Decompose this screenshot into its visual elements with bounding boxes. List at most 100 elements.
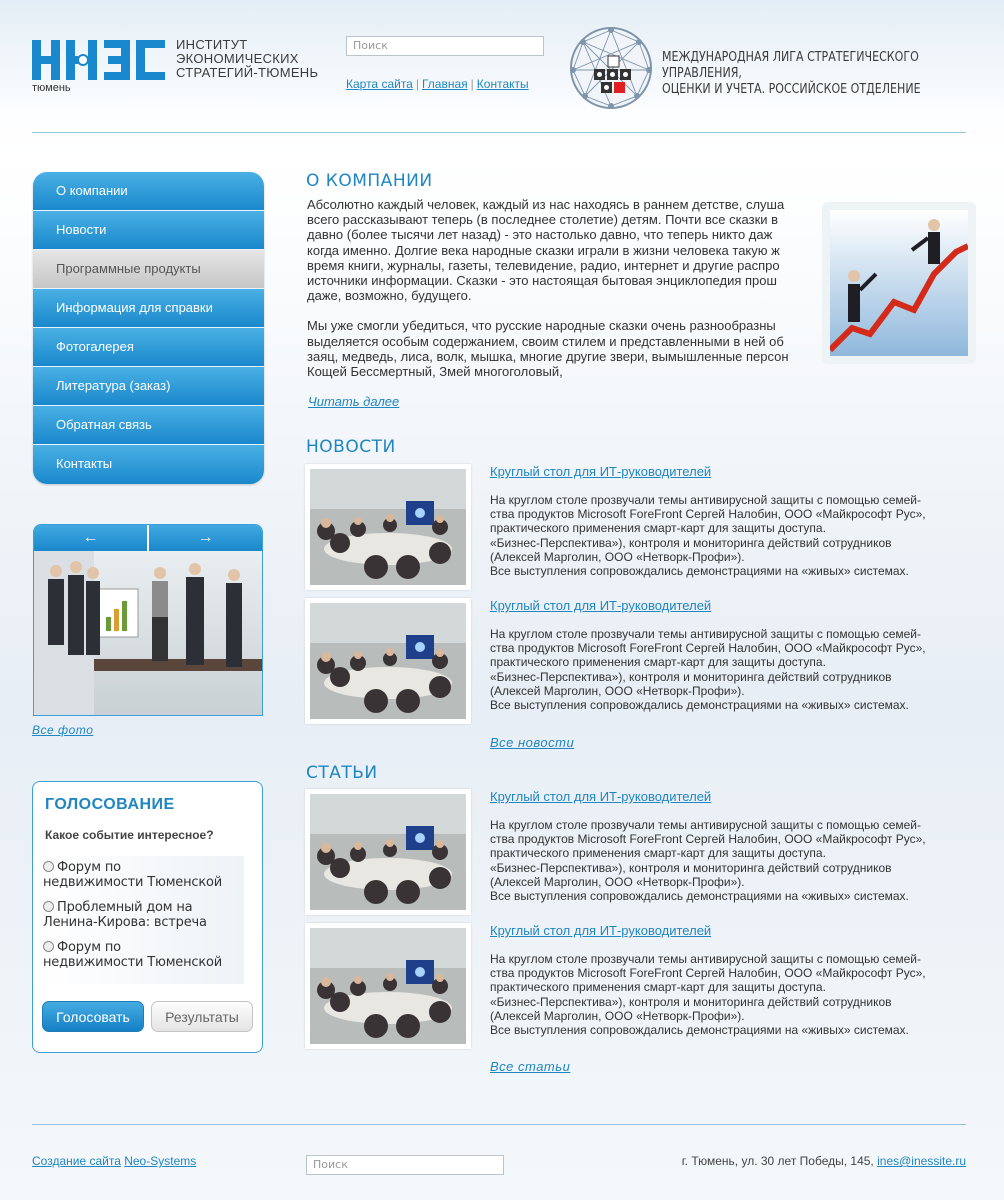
news-text-line: На круглом столе прозвучали темы антивир… xyxy=(490,627,921,641)
article-text-line: практического применения смарт-карт для … xyxy=(490,980,826,995)
nav-item-software[interactable]: Программные продукты xyxy=(33,250,264,289)
news-thumbnail[interactable] xyxy=(305,464,471,590)
news-text-line: «Бизнес-Перспектива»), контроля и монито… xyxy=(490,535,892,550)
vote-button[interactable]: Голосовать xyxy=(42,1001,144,1032)
article-thumbnail[interactable] xyxy=(305,923,471,1049)
article-text-line: «Бизнес-Перспектива»), контроля и монито… xyxy=(490,994,892,1009)
institute-name-line: ЭКОНОМИЧЕСКИХ xyxy=(176,51,299,66)
article-text-line: (Алексей Марголин, ООО «Нетворк-Профи»). xyxy=(490,1008,745,1023)
news-text-line: (Алексей Марголин, ООО «Нетворк-Профи»). xyxy=(490,683,745,698)
news-text-line: (Алексей Марголин, ООО «Нетворк-Профи»). xyxy=(490,549,745,564)
all-photos-link[interactable]: Все фото xyxy=(32,723,93,737)
about-paragraph: Мы уже смогли убедиться, что русские нар… xyxy=(307,318,819,379)
footer-credits: Создание сайта Neo-Systems xyxy=(32,1154,196,1168)
article-thumbnail[interactable] xyxy=(305,789,471,915)
about-line: когда именно. Долгие века народные сказк… xyxy=(307,242,780,258)
news-item-title[interactable]: Круглый стол для ИТ-руководителей xyxy=(490,598,711,613)
business-growth-photo xyxy=(827,210,970,356)
article-item-text: На круглом столе прозвучали темы антивир… xyxy=(490,818,940,903)
article-text-line: На круглом столе прозвучали темы антивир… xyxy=(490,952,921,966)
meeting-photo xyxy=(310,603,466,719)
news-item-text: На круглом столе прозвучали темы антивир… xyxy=(490,627,940,712)
photo-slider: ← → xyxy=(33,524,263,716)
meeting-photo xyxy=(310,794,466,910)
poll-option[interactable]: Форум по недвижимости Тюменской xyxy=(43,940,242,970)
article-text-line: практического применения смарт-карт для … xyxy=(490,846,826,861)
article-item-title[interactable]: Круглый стол для ИТ-руководителей xyxy=(490,789,711,804)
poll-option-label: Проблемный дом на xyxy=(57,900,193,915)
radio-button[interactable] xyxy=(43,901,54,912)
poll-question: Какое событие интересное? xyxy=(45,828,214,842)
contacts-link[interactable]: Контакты xyxy=(477,77,529,91)
poll-option[interactable]: Форум по недвижимости Тюменской xyxy=(43,860,242,890)
radio-button[interactable] xyxy=(43,861,54,872)
logo-city-label: тюмень xyxy=(32,82,71,94)
link-separator: | xyxy=(470,77,474,91)
news-item-title[interactable]: Круглый стол для ИТ-руководителей xyxy=(490,464,711,479)
news-text-line: Все выступления сопровождались демонстра… xyxy=(490,564,909,579)
article-item-title[interactable]: Круглый стол для ИТ-руководителей xyxy=(490,923,711,938)
about-line: заяц, медведь, лиса, волк, мышка, многие… xyxy=(307,348,789,364)
all-news-link[interactable]: Все новости xyxy=(490,735,574,750)
article-text-line: Все выступления сопровождались демонстра… xyxy=(490,1023,909,1038)
about-image xyxy=(822,202,976,364)
poll-option-label: Форум по xyxy=(57,940,121,955)
link-separator: | xyxy=(415,77,419,91)
poll-option-label: Форум по xyxy=(57,860,121,875)
meeting-photo xyxy=(310,469,466,585)
main-nav: О компании Новости Программные продукты … xyxy=(33,172,264,484)
radio-button[interactable] xyxy=(43,941,54,952)
header-search-input[interactable]: Поиск xyxy=(346,36,544,56)
home-link[interactable]: Главная xyxy=(422,77,468,91)
nav-item-literature[interactable]: Литература (заказ) xyxy=(33,367,264,406)
nav-item-about[interactable]: О компании xyxy=(33,172,264,211)
meeting-photo xyxy=(310,928,466,1044)
news-text-line: «Бизнес-Перспектива»), контроля и монито… xyxy=(490,669,892,684)
about-text: Абсолютно каждый человек, каждый из нас … xyxy=(307,197,819,383)
sitemap-link[interactable]: Карта сайта xyxy=(346,77,413,91)
news-thumbnail[interactable] xyxy=(305,598,471,724)
league-name-line: ОЦЕНКИ И УЧЕТА. РОССИЙСКОЕ ОТДЕЛЕНИЕ xyxy=(662,82,921,97)
poll-options: Форум по недвижимости Тюменской Проблемны… xyxy=(41,856,244,984)
about-line: источники информации. Сказки - это насто… xyxy=(307,273,777,289)
read-more-link[interactable]: Читать далее xyxy=(308,394,399,409)
footer-address: г. Тюмень, ул. 30 лет Победы, 145, xyxy=(681,1154,874,1168)
league-logo[interactable] xyxy=(567,24,655,112)
article-text-line: Все выступления сопровождались демонстра… xyxy=(490,889,909,904)
footer-search-input[interactable]: Поиск xyxy=(306,1155,504,1175)
nav-item-feedback[interactable]: Обратная связь xyxy=(33,406,264,445)
article-item-text: На круглом столе прозвучали темы антивир… xyxy=(490,952,940,1037)
about-paragraph: Абсолютно каждый человек, каждый из нас … xyxy=(307,197,819,303)
poll-option-label: недвижимости Тюменской xyxy=(43,955,223,970)
poll-title: ГОЛОСОВАНИЕ xyxy=(45,796,175,813)
site-creation-link[interactable]: Создание сайта xyxy=(32,1154,121,1168)
about-line: Абсолютно каждый человек, каждый из нас … xyxy=(307,197,785,212)
news-text-line: ства продуктов Microsoft ForeFront Серге… xyxy=(490,641,926,656)
poll-widget: ГОЛОСОВАНИЕ Какое событие интересное? Фо… xyxy=(32,781,263,1053)
nav-item-gallery[interactable]: Фотогалерея xyxy=(33,328,264,367)
all-articles-link[interactable]: Все статьи xyxy=(490,1059,570,1074)
nav-item-info[interactable]: Информация для справки xyxy=(33,289,264,328)
slider-prev-arrow-icon[interactable]: ← xyxy=(34,525,149,551)
news-title: НОВОСТИ xyxy=(306,437,396,457)
institute-name-line: ИНСТИТУТ xyxy=(176,37,248,52)
nav-item-news[interactable]: Новости xyxy=(33,211,264,250)
article-text-line: (Алексей Марголин, ООО «Нетворк-Профи»). xyxy=(490,874,745,889)
slider-photo[interactable] xyxy=(34,551,263,716)
news-text-line: ства продуктов Microsoft ForeFront Серге… xyxy=(490,507,926,522)
about-title: О КОМПАНИИ xyxy=(306,171,433,191)
league-name: МЕЖДУНАРОДНАЯ ЛИГА СТРАТЕГИЧЕСКОГО УПРАВ… xyxy=(662,50,985,98)
slider-next-arrow-icon[interactable]: → xyxy=(149,525,262,551)
ines-logo[interactable] xyxy=(32,40,165,80)
poll-option[interactable]: Проблемный дом на Ленина-Кирова: встреча xyxy=(43,900,242,930)
footer-email-link[interactable]: ines@inessite.ru xyxy=(877,1154,966,1168)
nav-item-contacts[interactable]: Контакты xyxy=(33,445,264,484)
institute-name: ИНСТИТУТ ЭКОНОМИЧЕСКИХ СТРАТЕГИЙ-ТЮМЕНЬ xyxy=(176,38,318,80)
news-text-line: На круглом столе прозвучали темы антивир… xyxy=(490,493,921,507)
header-links: Карта сайта | Главная | Контакты xyxy=(346,77,529,91)
header-divider xyxy=(32,132,966,133)
institute-name-line: СТРАТЕГИЙ-ТЮМЕНЬ xyxy=(176,65,319,80)
poll-option-label: недвижимости Тюменской xyxy=(43,875,223,890)
results-button[interactable]: Результаты xyxy=(151,1001,253,1032)
developer-link[interactable]: Neo-Systems xyxy=(124,1154,196,1168)
